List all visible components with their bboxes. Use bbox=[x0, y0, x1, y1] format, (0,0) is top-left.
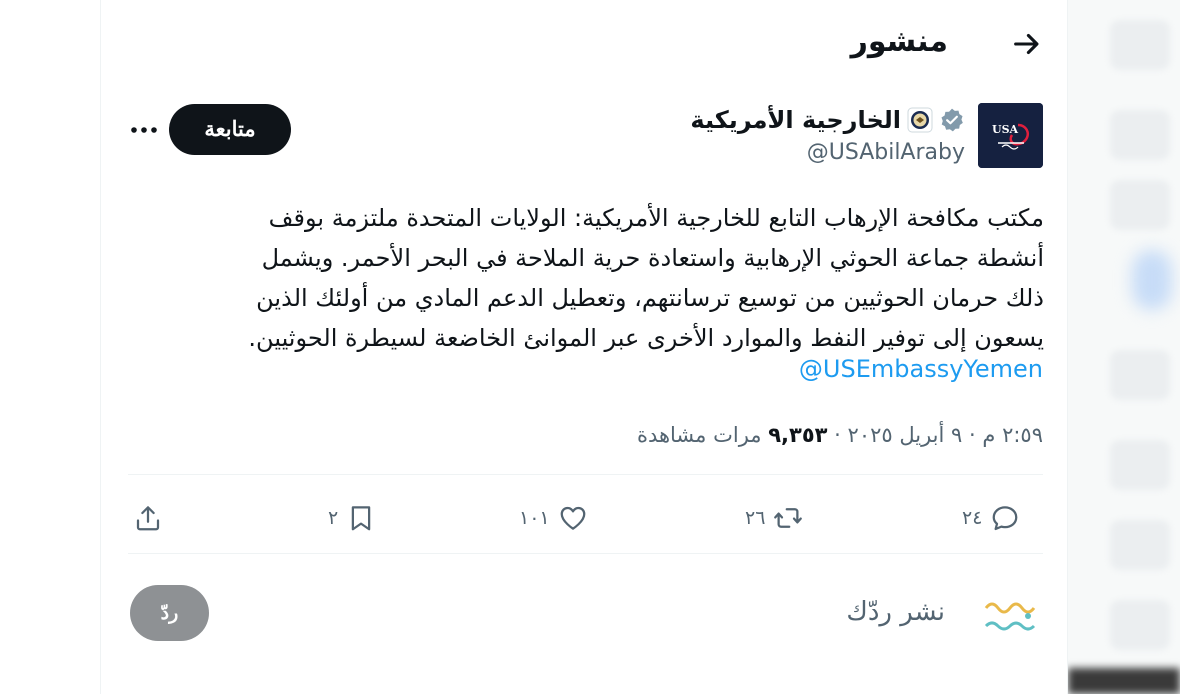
author-handle[interactable]: @USAbilAraby bbox=[807, 140, 965, 165]
sidebar-placeholder bbox=[1068, 668, 1180, 694]
post-text: مكتب مكافحة الإرهاب التابع للخارجية الأم… bbox=[248, 204, 1044, 352]
more-options-button[interactable] bbox=[126, 112, 162, 148]
like-count: ١٠١ bbox=[519, 507, 550, 529]
repost-action[interactable]: ٢٦ bbox=[745, 496, 803, 540]
sidebar-placeholder bbox=[1132, 250, 1172, 310]
user-avatar[interactable] bbox=[978, 592, 1042, 642]
divider bbox=[128, 474, 1043, 475]
sidebar-placeholder bbox=[1110, 180, 1170, 230]
divider bbox=[128, 553, 1043, 554]
sidebar-placeholder bbox=[1110, 600, 1170, 650]
share-icon bbox=[136, 506, 160, 531]
views-count: ٩,٣٥٣ bbox=[768, 423, 828, 447]
meta-separator: · bbox=[969, 423, 976, 447]
page-left-gap bbox=[0, 0, 100, 694]
author-name-row: الخارجية الأمريكية bbox=[690, 103, 965, 137]
sidebar-placeholder bbox=[1110, 110, 1170, 160]
bookmark-action[interactable]: ٢ bbox=[328, 496, 376, 540]
bookmark-count: ٢ bbox=[328, 507, 339, 529]
reply-action[interactable]: ٢٤ bbox=[962, 496, 1020, 540]
post-time[interactable]: ٢:٥٩ م bbox=[982, 423, 1043, 447]
reply-button[interactable]: ردّ bbox=[130, 585, 209, 641]
verified-badge-icon bbox=[941, 108, 963, 132]
views-label: مرات مشاهدة bbox=[636, 423, 762, 447]
sidebar-placeholder bbox=[1110, 520, 1170, 570]
page-title: منشور bbox=[850, 24, 948, 59]
sidebar-placeholder bbox=[1110, 20, 1170, 70]
like-action[interactable]: ١٠١ bbox=[519, 496, 588, 540]
back-arrow-icon[interactable] bbox=[1010, 27, 1044, 61]
post-date[interactable]: ٩ أبريل ٢٠٢٥ bbox=[848, 423, 963, 447]
share-action[interactable] bbox=[133, 496, 163, 540]
author-avatar[interactable]: USA bbox=[978, 103, 1043, 168]
repost-count: ٢٦ bbox=[745, 507, 766, 529]
reply-input[interactable]: نشر ردّك bbox=[846, 597, 945, 627]
reply-icon bbox=[993, 506, 1018, 531]
repost-icon bbox=[774, 508, 803, 528]
more-icon bbox=[131, 127, 157, 133]
mention-link[interactable]: @USEmbassyYemen bbox=[799, 355, 1043, 383]
reply-count: ٢٤ bbox=[962, 507, 983, 529]
right-sidebar bbox=[1068, 0, 1180, 694]
meta-separator: · bbox=[834, 423, 841, 447]
sidebar-placeholder bbox=[1110, 350, 1170, 400]
follow-button[interactable]: متابعة bbox=[169, 104, 291, 155]
sidebar-placeholder bbox=[1110, 440, 1170, 490]
heart-icon bbox=[560, 506, 585, 530]
post-meta: ٢:٥٩ م · ٩ أبريل ٢٠٢٥ · ٩,٣٥٣ مرات مشاهد… bbox=[637, 423, 1043, 447]
author-name[interactable]: الخارجية الأمريكية bbox=[690, 106, 901, 134]
svg-text:USA: USA bbox=[992, 123, 1019, 136]
seal-icon bbox=[907, 107, 933, 133]
arrow-right-icon bbox=[1014, 33, 1039, 55]
bookmark-icon bbox=[351, 506, 371, 531]
